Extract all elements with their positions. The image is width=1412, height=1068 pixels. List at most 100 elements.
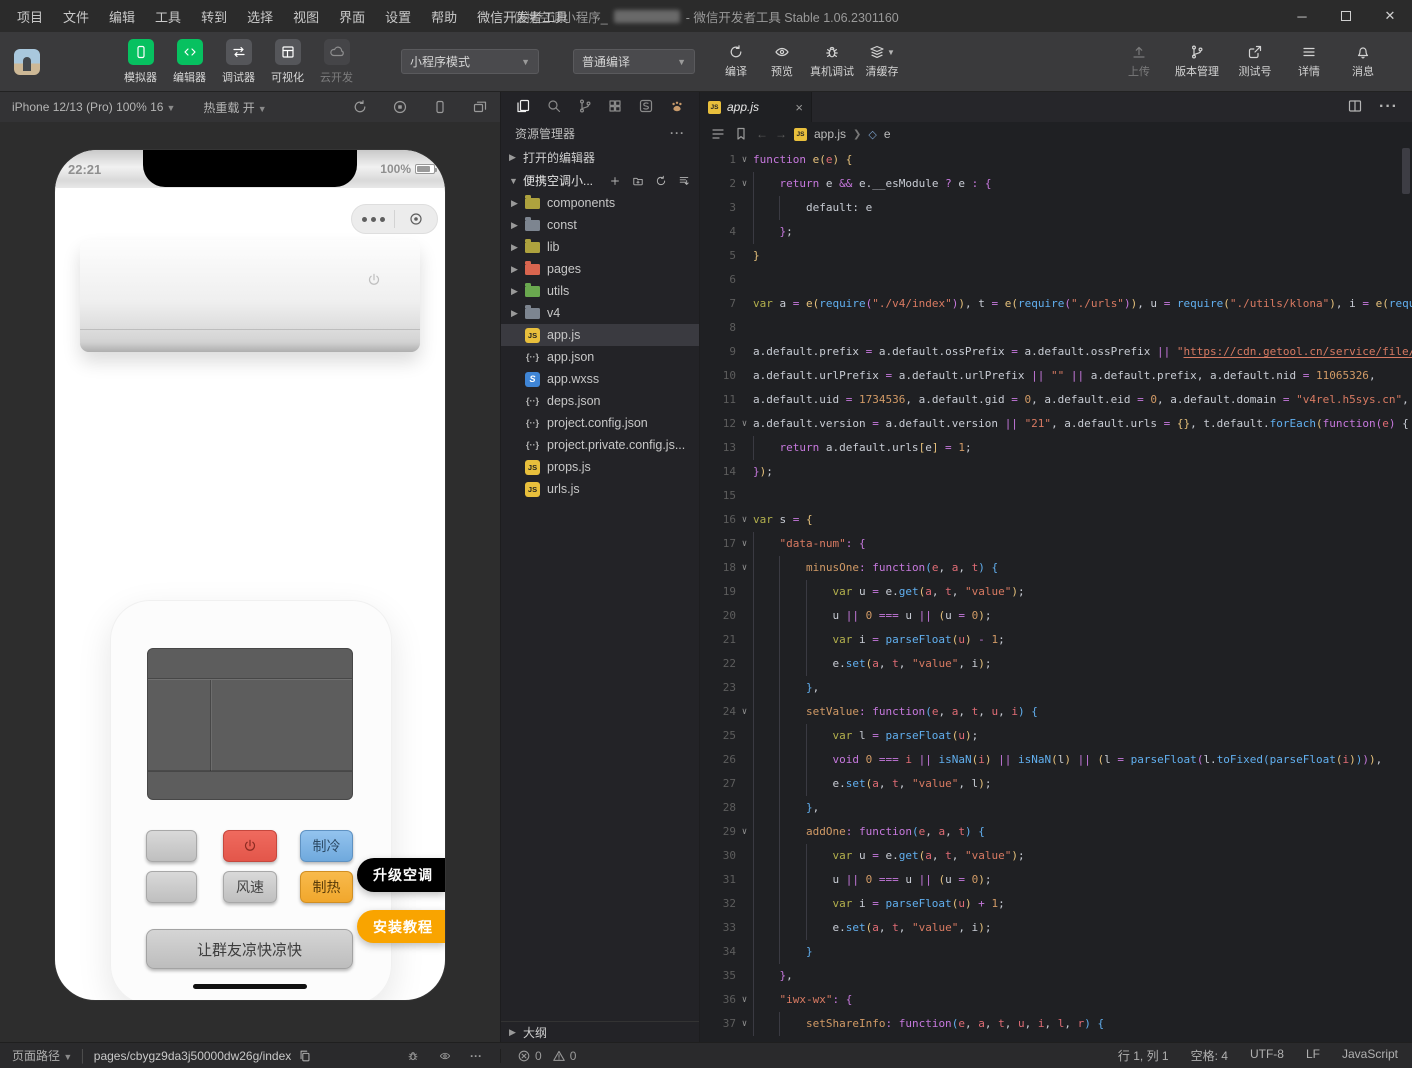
paw-activity-button[interactable] bbox=[669, 98, 685, 114]
chevron-right-icon[interactable]: ▶ bbox=[511, 242, 524, 253]
heat-button[interactable]: 制热 bbox=[300, 871, 353, 903]
fold-icon[interactable]: ∨ bbox=[736, 700, 753, 724]
tree-folder-const[interactable]: ▶const bbox=[501, 214, 699, 236]
close-button[interactable]: ✕ bbox=[1368, 0, 1412, 32]
fold-icon[interactable]: ∨ bbox=[736, 556, 753, 580]
tree-file-urls.js[interactable]: JSurls.js bbox=[501, 478, 699, 500]
branch-activity-button[interactable] bbox=[577, 98, 593, 114]
toolbar-action[interactable]: 上传 bbox=[1116, 44, 1162, 79]
code-line[interactable]: 1∨function e(e) { bbox=[700, 148, 1412, 172]
mode-button[interactable]: 编辑器 bbox=[165, 39, 214, 85]
close-tab-icon[interactable]: × bbox=[795, 100, 803, 115]
open-editors-section[interactable]: ▶ 打开的编辑器 bbox=[501, 146, 699, 169]
code-line[interactable]: 16∨var s = { bbox=[700, 508, 1412, 532]
tree-file-props.js[interactable]: JSprops.js bbox=[501, 456, 699, 478]
collapse-all-icon[interactable] bbox=[677, 174, 691, 188]
fold-icon[interactable]: ∨ bbox=[736, 1012, 753, 1036]
maximize-button[interactable] bbox=[1324, 0, 1368, 32]
fold-icon[interactable]: ∨ bbox=[736, 988, 753, 1012]
toolbar-action[interactable]: ▼清缓存 bbox=[859, 44, 905, 79]
device-select[interactable]: iPhone 12/13 (Pro) 100% 16▼ bbox=[12, 100, 175, 114]
refresh-icon[interactable] bbox=[654, 174, 668, 188]
remote-blank-button-2[interactable] bbox=[146, 871, 197, 903]
fold-icon[interactable]: ∨ bbox=[736, 532, 753, 556]
chevron-right-icon[interactable]: ▶ bbox=[511, 286, 524, 297]
fold-icon[interactable]: ∨ bbox=[736, 412, 753, 436]
fold-icon[interactable]: ∨ bbox=[736, 172, 753, 196]
compile-mode-select[interactable]: 普通编译▼ bbox=[573, 49, 695, 74]
code-line[interactable]: 29∨addOne: function(e, a, t) { bbox=[700, 820, 1412, 844]
code-line[interactable]: 23}, bbox=[700, 676, 1412, 700]
code-line[interactable]: 17∨"data-num": { bbox=[700, 532, 1412, 556]
menu-item[interactable]: 界面 bbox=[330, 3, 374, 30]
code-line[interactable]: 32var i = parseFloat(u) + 1; bbox=[700, 892, 1412, 916]
chevron-right-icon[interactable]: ▶ bbox=[511, 220, 524, 231]
code-line[interactable]: 37∨setShareInfo: function(e, a, t, u, i,… bbox=[700, 1012, 1412, 1036]
project-section[interactable]: ▼ 便携空调小... bbox=[501, 169, 699, 192]
editor-scrollbar[interactable] bbox=[1401, 146, 1411, 1042]
code-line[interactable]: 12∨a.default.version = a.default.version… bbox=[700, 412, 1412, 436]
user-avatar[interactable] bbox=[14, 49, 40, 75]
code-line[interactable]: 20u || 0 === u || (u = 0); bbox=[700, 604, 1412, 628]
more-icon[interactable]: ··· bbox=[470, 1049, 482, 1063]
status-encoding[interactable]: UTF-8 bbox=[1250, 1047, 1284, 1064]
menu-item[interactable]: 帮助 bbox=[422, 3, 466, 30]
npm-activity-button[interactable] bbox=[638, 98, 654, 114]
code-line[interactable]: 21var i = parseFloat(u) - 1; bbox=[700, 628, 1412, 652]
power-button[interactable] bbox=[223, 830, 277, 862]
minimize-button[interactable]: ─ bbox=[1280, 0, 1324, 32]
device-icon[interactable] bbox=[432, 99, 448, 115]
menu-item[interactable]: 设置 bbox=[376, 3, 420, 30]
bug-icon[interactable] bbox=[406, 1049, 420, 1063]
code-line[interactable]: 7var a = e(require("./v4/index")), t = e… bbox=[700, 292, 1412, 316]
code-line[interactable]: 9a.default.prefix = a.default.ossPrefix … bbox=[700, 340, 1412, 364]
hot-reload-toggle[interactable]: 热重载 开▼ bbox=[203, 99, 266, 116]
menu-item[interactable]: 项目 bbox=[8, 3, 52, 30]
files-activity-button[interactable] bbox=[515, 98, 531, 114]
outline-icon[interactable] bbox=[710, 126, 726, 142]
toolbar-action[interactable]: 测试号 bbox=[1232, 44, 1278, 79]
menu-item[interactable]: 编辑 bbox=[100, 3, 144, 30]
bookmark-icon[interactable] bbox=[733, 126, 749, 142]
forward-icon[interactable]: → bbox=[775, 127, 787, 141]
mode-button[interactable]: 可视化 bbox=[263, 39, 312, 85]
breadcrumb-file[interactable]: app.js bbox=[814, 127, 846, 141]
new-folder-icon[interactable] bbox=[631, 174, 645, 188]
fold-icon[interactable]: ∨ bbox=[736, 820, 753, 844]
chevron-right-icon[interactable]: ▶ bbox=[511, 308, 524, 319]
code-editor[interactable]: 1∨function e(e) {2∨return e && e.__esMod… bbox=[700, 146, 1412, 1042]
share-button[interactable]: 让群友凉快凉快 bbox=[146, 929, 353, 969]
toolbar-action[interactable]: 编译 bbox=[713, 44, 759, 79]
toolbar-action[interactable]: 详情 bbox=[1286, 44, 1332, 79]
code-line[interactable]: 22e.set(a, t, "value", i); bbox=[700, 652, 1412, 676]
code-line[interactable]: 6 bbox=[700, 268, 1412, 292]
tree-folder-utils[interactable]: ▶utils bbox=[501, 280, 699, 302]
problems-warnings[interactable]: 0 bbox=[552, 1049, 577, 1063]
code-line[interactable]: 30var u = e.get(a, t, "value"); bbox=[700, 844, 1412, 868]
code-line[interactable]: 15 bbox=[700, 484, 1412, 508]
install-tutorial-button[interactable]: 安装教程 bbox=[357, 910, 445, 943]
tree-file-app.wxss[interactable]: Sapp.wxss bbox=[501, 368, 699, 390]
back-icon[interactable]: ← bbox=[756, 127, 768, 141]
menu-item[interactable]: 微信开发者工具 bbox=[468, 3, 577, 30]
code-line[interactable]: 27e.set(a, t, "value", l); bbox=[700, 772, 1412, 796]
toolbar-action[interactable]: 消息 bbox=[1340, 44, 1386, 79]
code-line[interactable]: 18∨minusOne: function(e, a, t) { bbox=[700, 556, 1412, 580]
code-line[interactable]: 11a.default.uid = 1734536, a.default.gid… bbox=[700, 388, 1412, 412]
code-line[interactable]: 36∨"iwx-wx": { bbox=[700, 988, 1412, 1012]
tree-file-deps.json[interactable]: {··}deps.json bbox=[501, 390, 699, 412]
grid-activity-button[interactable] bbox=[607, 98, 623, 114]
code-line[interactable]: 25var l = parseFloat(u); bbox=[700, 724, 1412, 748]
more-menu-button[interactable] bbox=[352, 217, 394, 222]
search-activity-button[interactable] bbox=[546, 98, 562, 114]
status-eol[interactable]: LF bbox=[1306, 1047, 1320, 1064]
mode-button[interactable]: 模拟器 bbox=[116, 39, 165, 85]
page-path-select[interactable]: 页面路径 ▼ bbox=[12, 1047, 72, 1064]
code-line[interactable]: 33e.set(a, t, "value", i); bbox=[700, 916, 1412, 940]
code-line[interactable]: 2∨return e && e.__esModule ? e : { bbox=[700, 172, 1412, 196]
copy-icon[interactable] bbox=[298, 1049, 312, 1063]
breadcrumb-symbol[interactable]: e bbox=[884, 127, 891, 141]
mode-button[interactable]: 调试器 bbox=[214, 39, 263, 85]
status-indent-setting[interactable]: 空格: 4 bbox=[1191, 1047, 1228, 1064]
tree-file-project.private.config.js...[interactable]: {··}project.private.config.js... bbox=[501, 434, 699, 456]
